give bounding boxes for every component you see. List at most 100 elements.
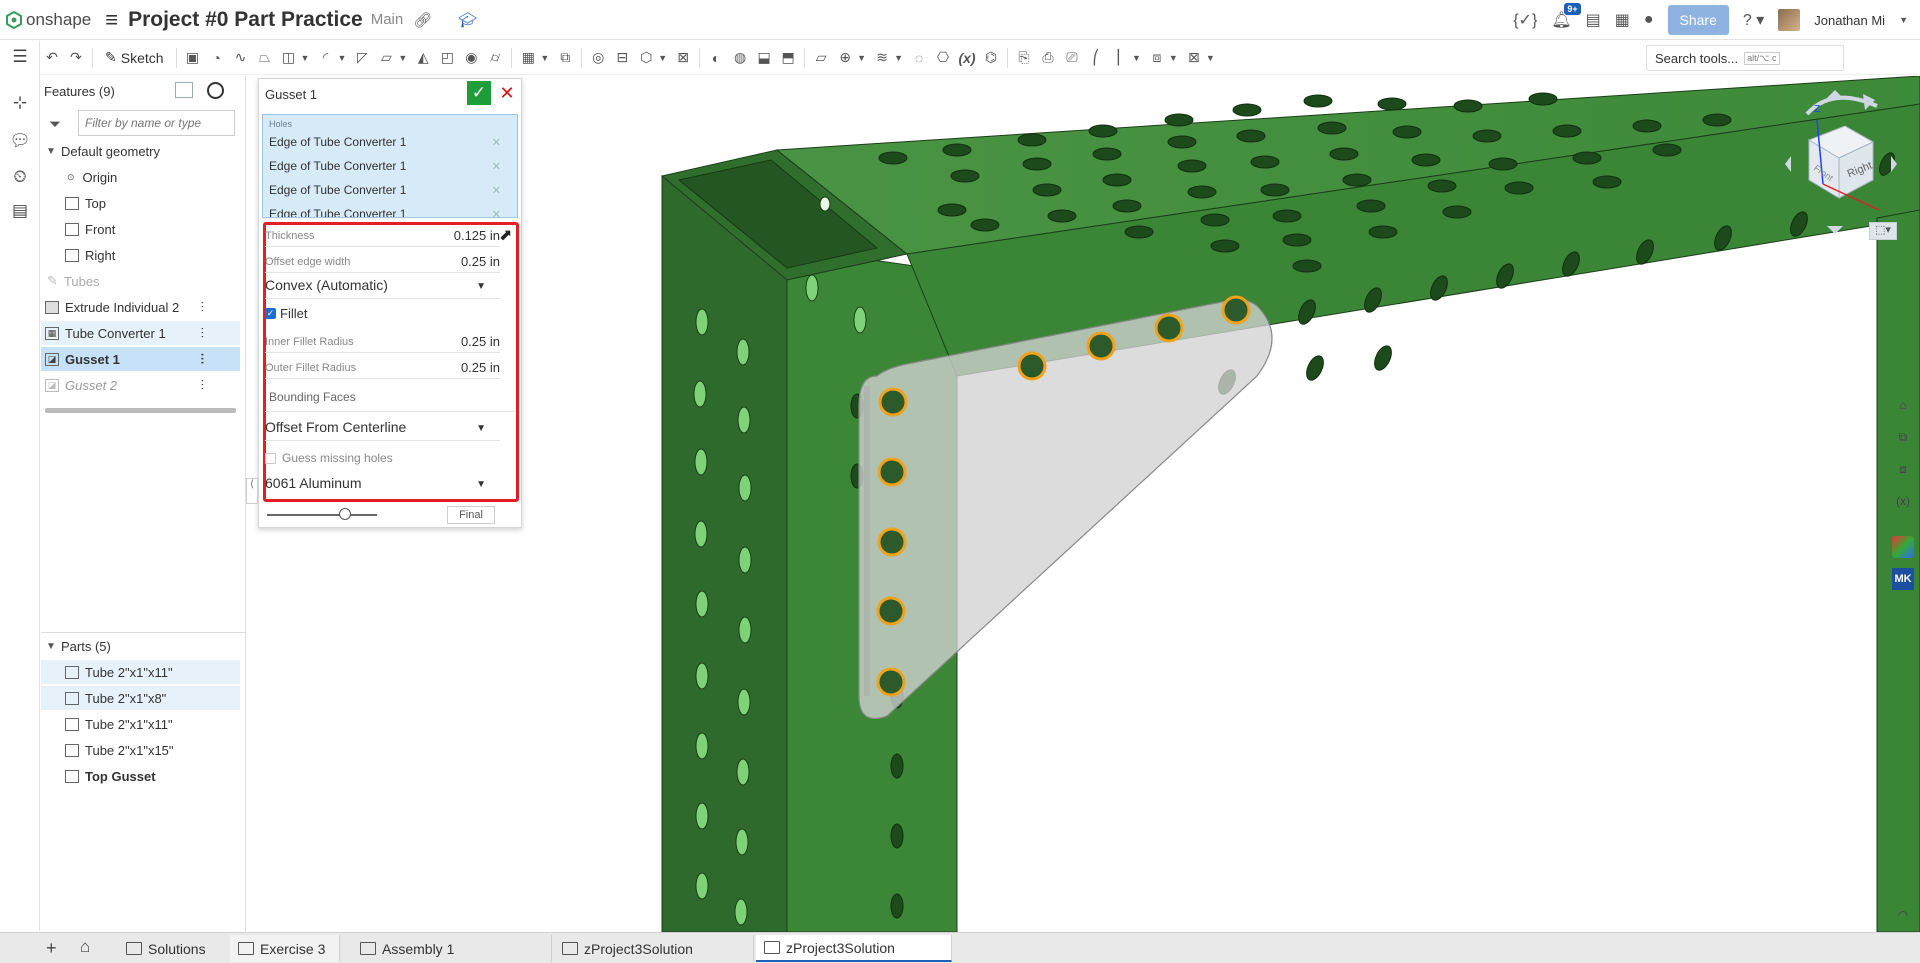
delete-face-icon[interactable]: ◍ (728, 46, 752, 70)
outer-fillet-radius-field[interactable]: Outer Fillet Radius 0.25 in (265, 359, 500, 379)
user-menu[interactable]: Jonathan Mi (1814, 13, 1885, 28)
tree-item-top[interactable]: Top (41, 191, 240, 215)
rollback-handle-icon[interactable]: ⫶ (201, 299, 205, 316)
chevron-down-icon[interactable]: ▼ (894, 53, 903, 63)
feature-list-icon[interactable]: ☰ (9, 47, 31, 69)
hole-selection-item[interactable]: Edge of Tube Converter 1 ✕ (269, 203, 509, 218)
menu-icon[interactable]: ≡ (105, 8, 118, 31)
variable-icon[interactable]: (x) (955, 46, 979, 70)
remove-icon[interactable]: ✕ (492, 208, 501, 218)
remove-icon[interactable]: ✕ (492, 160, 501, 173)
custom-feature-2-icon[interactable]: ⎙ (1036, 46, 1060, 70)
tree-item-tube-converter-1[interactable]: ▦ Tube Converter 1 ⫶ (41, 321, 240, 345)
part-item[interactable]: Tube 2"x1"x11" (41, 712, 240, 736)
shape-dropdown[interactable]: Convex (Automatic) ▼ (265, 277, 500, 299)
curves-icon[interactable]: ≋ (870, 46, 894, 70)
redo-icon[interactable]: ↷ (64, 46, 88, 70)
move-face-icon[interactable]: ⬓ (752, 46, 776, 70)
holes-selection-box[interactable]: Holes Edge of Tube Converter 1 ✕ Edge of … (262, 114, 518, 218)
chevron-down-icon[interactable]: ▼ (540, 53, 549, 63)
inner-fillet-radius-field[interactable]: Inner Fillet Radius 0.25 in (265, 333, 500, 353)
extrude-icon[interactable]: ▣ (181, 46, 205, 70)
replace-face-icon[interactable]: ⬒ (776, 46, 800, 70)
tree-item-right[interactable]: Right (41, 243, 240, 267)
custom-feature-4-icon[interactable]: ⎛ (1084, 46, 1108, 70)
home-icon[interactable]: ⌂ (80, 937, 90, 957)
tree-scrollbar[interactable] (45, 408, 236, 413)
tab-zproject3solution[interactable]: zProject3Solution (554, 935, 754, 962)
view-cube[interactable]: Z Right Front (1747, 76, 1917, 246)
help-icon[interactable]: ? ▾ (1743, 10, 1764, 30)
offset-edge-width-field[interactable]: Offset edge width 0.25 in (265, 253, 500, 273)
part-item[interactable]: Tube 2"x1"x15" (41, 738, 240, 762)
app-store-icon[interactable]: ▦ (1615, 10, 1630, 30)
custom-feature-3-icon[interactable]: ⎚ (1060, 46, 1084, 70)
add-folder-icon[interactable] (175, 82, 193, 98)
plane-icon[interactable]: ▱ (809, 46, 833, 70)
fillet-icon[interactable]: ◜ (313, 46, 337, 70)
rollback-handle-icon[interactable]: ⫶ (201, 325, 205, 342)
undo-icon[interactable]: ↶ (40, 46, 64, 70)
helix-icon[interactable]: ◌ (907, 46, 931, 70)
notifications-icon[interactable]: 🔔︎ 9+ (1551, 3, 1581, 30)
modify-fillet-icon[interactable]: ◐ (704, 46, 728, 70)
bounding-faces-dropdown[interactable]: Offset From Centerline ▼ (265, 419, 500, 441)
appearance-icon[interactable]: ⌂ (1892, 398, 1914, 420)
tree-item-gusset-2[interactable]: ◪ Gusset 2 ⫶ (41, 373, 240, 397)
sweep-icon[interactable]: ∿ (229, 46, 253, 70)
tree-item-front[interactable]: Front (41, 217, 240, 241)
remove-icon[interactable]: ✕ (492, 184, 501, 197)
tree-item-extrude-individual-2[interactable]: Extrude Individual 2 ⫶ (41, 295, 240, 319)
part-studio-parts-icon[interactable]: ⧉ (1892, 430, 1914, 452)
tab-folder-exercise-3[interactable]: Exercise 3 (230, 935, 340, 962)
view-options-button[interactable]: ⬚▾ (1869, 222, 1897, 240)
revolve-icon[interactable]: ◔ (205, 46, 229, 70)
remove-icon[interactable]: ✕ (492, 136, 501, 149)
mate-connector-icon[interactable]: ⊕ (833, 46, 857, 70)
chevron-down-icon[interactable]: ▼ (1132, 53, 1141, 63)
render-studio-icon[interactable] (1892, 536, 1914, 558)
chevron-down-icon[interactable]: ▼ (45, 146, 57, 157)
custom-feature-6-icon[interactable]: ⧈ (1145, 46, 1169, 70)
rib-icon[interactable]: ◭ (411, 46, 435, 70)
cancel-button[interactable]: ✕ (497, 83, 517, 103)
shell-icon[interactable]: ◰ (435, 46, 459, 70)
part-item[interactable]: Tube 2"x1"x11" (41, 660, 240, 684)
loft-icon[interactable]: ⏢ (253, 46, 277, 70)
chevron-down-icon[interactable]: ▼ (857, 53, 866, 63)
chevron-down-icon[interactable]: ▼ (337, 53, 346, 63)
configurations-icon[interactable]: ⧈ (1892, 462, 1914, 484)
gusset-plate[interactable] (858, 299, 1273, 720)
custom-feature-5-icon[interactable]: ⎜ (1108, 46, 1132, 70)
filter-input[interactable] (78, 110, 235, 136)
tab-zproject3solution-active[interactable]: zProject3Solution (756, 935, 952, 962)
dialog-title[interactable]: Gusset 1 (265, 87, 317, 102)
document-title[interactable]: Project #0 Part Practice (128, 8, 363, 32)
avatar[interactable] (1778, 9, 1801, 31)
tab-assembly-1[interactable]: Assembly 1 (352, 935, 552, 962)
final-button[interactable]: Final (447, 506, 495, 524)
parts-header[interactable]: ▼ Parts (5) (41, 634, 240, 658)
chevron-down-icon[interactable]: ▼ (658, 53, 667, 63)
vertical-tube-side[interactable] (661, 175, 788, 932)
add-tab-icon[interactable]: + (46, 938, 57, 959)
search-tools-input[interactable]: Search tools... alt/⌥ c (1646, 45, 1844, 71)
custom-feature-1-icon[interactable]: ⎘ (1012, 46, 1036, 70)
history-icon[interactable]: ⏲ (9, 167, 31, 189)
sheet-metal-icon[interactable]: ⎔ (931, 46, 955, 70)
mirror-icon[interactable]: ⧉ (553, 46, 577, 70)
part-item[interactable]: Top Gusset (41, 764, 240, 788)
rollback-handle-icon[interactable]: ⫶ (201, 377, 205, 394)
tab-folder-solutions[interactable]: Solutions (118, 935, 240, 962)
custom-feature-7-icon[interactable]: ⊠ (1182, 46, 1206, 70)
tree-item-default-geometry[interactable]: ▼ Default geometry (41, 139, 240, 163)
chevron-down-icon[interactable]: ▼ (1206, 53, 1215, 63)
share-button[interactable]: Share (1667, 5, 1729, 35)
thicken-icon[interactable]: ◫ (277, 46, 301, 70)
transform-icon[interactable]: ⬡ (634, 46, 658, 70)
features-header[interactable]: Features (9) (44, 84, 115, 99)
chevron-down-icon[interactable]: ▼ (45, 641, 57, 652)
tree-item-gusset-1[interactable]: ◪ Gusset 1 ⫶ (41, 347, 240, 371)
guess-missing-holes-checkbox[interactable]: Guess missing holes (265, 451, 393, 465)
thickness-field[interactable]: Thickness 0.125 in (265, 227, 500, 247)
